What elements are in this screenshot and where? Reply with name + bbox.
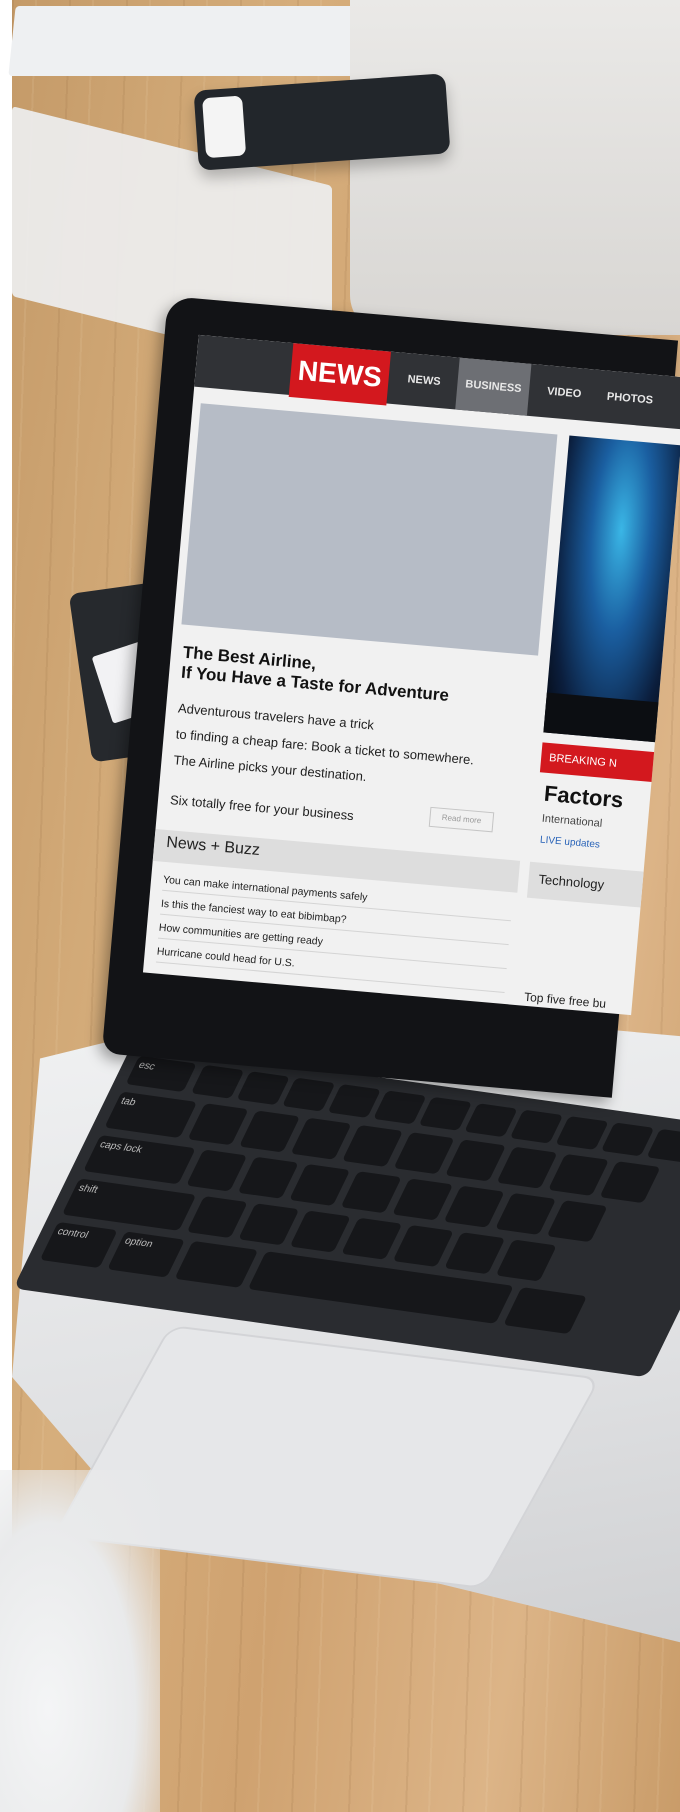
hero-image-placeholder[interactable] [181,403,558,656]
laptop-lid: NEWS NEWS BUSINESS VIDEO PHOTOS The Best… [101,296,680,1098]
nav-video[interactable]: VIDEO [537,365,592,421]
side-subline: International [541,812,603,830]
live-updates-link[interactable]: LIVE updates [540,835,601,851]
news-logo[interactable]: NEWS [288,343,391,406]
breaking-news-badge: BREAKING N [539,742,671,784]
laptop-screen: NEWS NEWS BUSINESS VIDEO PHOTOS The Best… [142,334,680,1016]
key-caps-lock: caps lock [83,1135,196,1185]
side-headline[interactable]: Factors [543,781,624,814]
nav-news[interactable]: NEWS [397,353,450,409]
monitor-stand [350,0,680,335]
article-headline[interactable]: The Best Airline, If You Have a Taste fo… [180,643,522,712]
key-shift: shift [61,1178,197,1231]
article-body-line-3: The Airline picks your destination. [172,752,368,785]
paper-document [8,6,378,76]
photo-scene: esc tab caps lock shift control option N… [0,0,680,1812]
key-option: option [107,1231,186,1278]
article-body-line-1: Adventurous travelers have a trick [177,700,375,733]
nav-business[interactable]: BUSINESS [455,357,532,416]
read-more-button[interactable]: Read more [428,806,495,833]
foreground-blur [0,1470,160,1812]
key-control: control [39,1221,118,1269]
side-bottom-link[interactable]: Top five free bu [524,990,607,1011]
key-tab: tab [104,1091,198,1139]
key-esc: esc [125,1055,197,1093]
nav-photos[interactable]: PHOTOS [597,370,664,427]
article-teaser[interactable]: Six totally free for your business [169,792,354,823]
